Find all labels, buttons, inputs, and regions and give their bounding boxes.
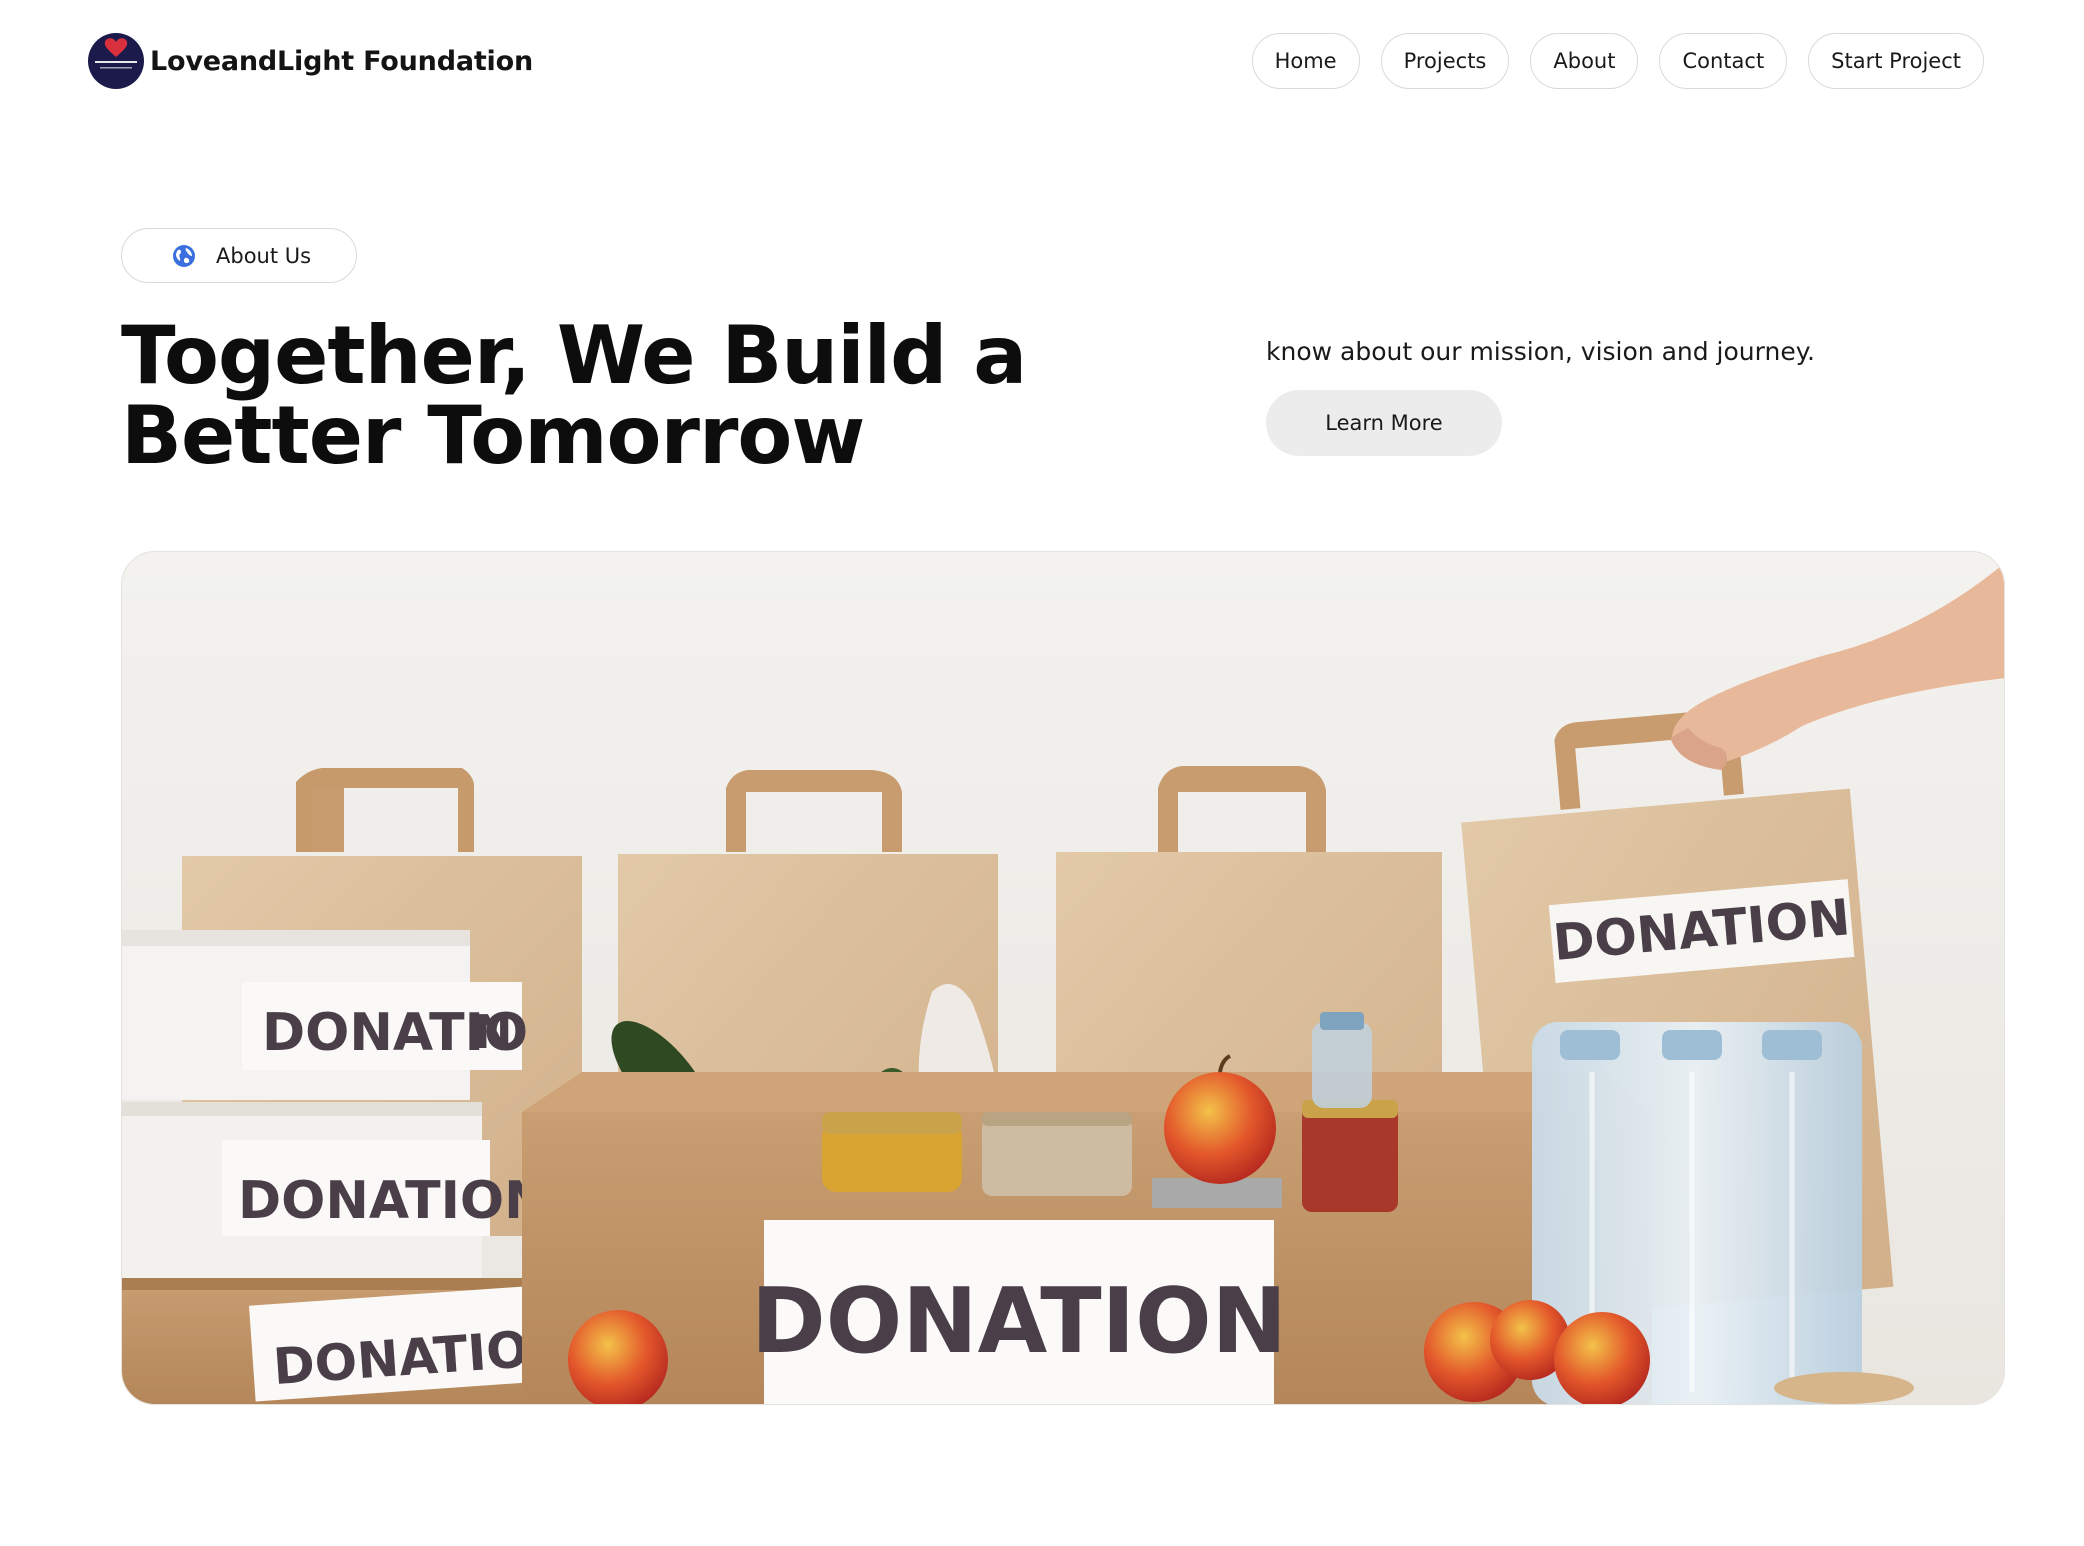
box-middle-donation-label: DONATION xyxy=(238,1171,548,1231)
hero-subtitle: know about our mission, vision and journ… xyxy=(1266,337,1815,366)
donation-photo: DONATION DONATIO N DONATION DONATION DON… xyxy=(121,551,2005,1405)
hero-title: Together, We Build a Better Tomorrow xyxy=(121,309,1027,482)
crate-donation-label: DONATION xyxy=(751,1269,1287,1374)
heart-logo-icon xyxy=(88,33,144,89)
brand-link[interactable]: LoveandLight Foundation xyxy=(88,33,533,89)
site-header: LoveandLight Foundation Home Projects Ab… xyxy=(0,0,2084,124)
learn-more-button[interactable]: Learn More xyxy=(1266,390,1502,456)
about-us-label: About Us xyxy=(216,243,312,268)
nav-home[interactable]: Home xyxy=(1251,33,1360,89)
nav-about[interactable]: About xyxy=(1530,33,1639,89)
globe-icon xyxy=(173,245,195,267)
nav-contact[interactable]: Contact xyxy=(1659,33,1788,89)
brand-name: LoveandLight Foundation xyxy=(150,45,533,77)
about-us-badge: About Us xyxy=(121,228,357,283)
nav-projects[interactable]: Projects xyxy=(1380,33,1510,89)
main-nav: Home Projects About Contact Start Projec… xyxy=(1251,33,1984,89)
box-top-sticker-label: N xyxy=(474,1005,513,1059)
nav-start-project[interactable]: Start Project xyxy=(1808,33,1984,89)
